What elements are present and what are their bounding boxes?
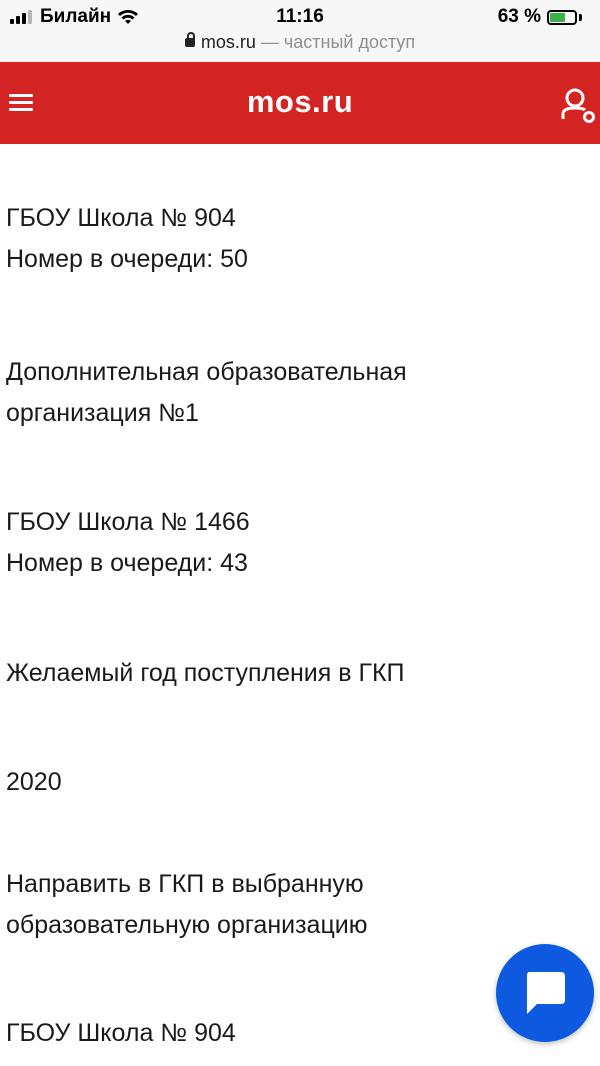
battery-icon	[547, 9, 577, 25]
battery-percent: 63 %	[497, 6, 541, 27]
queue-number: Номер в очереди: 50	[6, 245, 248, 273]
chat-button[interactable]	[496, 944, 594, 1042]
desired-year-label: Желаемый год поступления в ГКП	[6, 653, 405, 694]
site-logo[interactable]: mos.ru	[0, 84, 600, 120]
selected-school-name: ГБОУ Школа № 904	[6, 1019, 236, 1047]
school-name: ГБОУ Школа № 1466	[6, 508, 250, 536]
queue-number: Номер в очереди: 43	[6, 549, 248, 577]
url-bar[interactable]: mos.ru — частный доступ	[0, 32, 600, 62]
chat-icon	[527, 972, 565, 1014]
additional-org-info: Дополнительная образовательная организац…	[6, 352, 407, 434]
desired-year-value-text: 2020	[6, 768, 62, 796]
direct-label-line1: Направить в ГКП в выбранную	[6, 870, 364, 898]
status-right: 63 %	[498, 6, 582, 28]
school-1466-info: ГБОУ Школа № 1466 Номер в очереди: 43	[6, 502, 250, 584]
desired-year-label-text: Желаемый год поступления в ГКП	[6, 659, 405, 687]
direct-label-line2: образовательную организацию	[6, 911, 368, 939]
url-domain: mos.ru	[200, 32, 256, 52]
school-name: ГБОУ Школа № 904	[6, 204, 236, 232]
lock-icon	[184, 32, 195, 47]
status-bar: Билайн 11:16 63 %	[0, 0, 600, 32]
org-name-line1: Дополнительная образовательная	[6, 358, 407, 386]
org-name-line2: организация №1	[6, 399, 199, 427]
selected-school: ГБОУ Школа № 904	[6, 1013, 236, 1054]
private-access-label: — частный доступ	[260, 32, 416, 52]
direct-to-gkp-label: Направить в ГКП в выбранную образователь…	[6, 864, 368, 946]
battery-tip	[579, 13, 582, 21]
desired-year-value: 2020	[6, 762, 62, 803]
user-icon[interactable]	[556, 88, 598, 124]
site-header: mos.ru	[0, 62, 600, 144]
school-904-info: ГБОУ Школа № 904 Номер в очереди: 50	[6, 198, 248, 280]
